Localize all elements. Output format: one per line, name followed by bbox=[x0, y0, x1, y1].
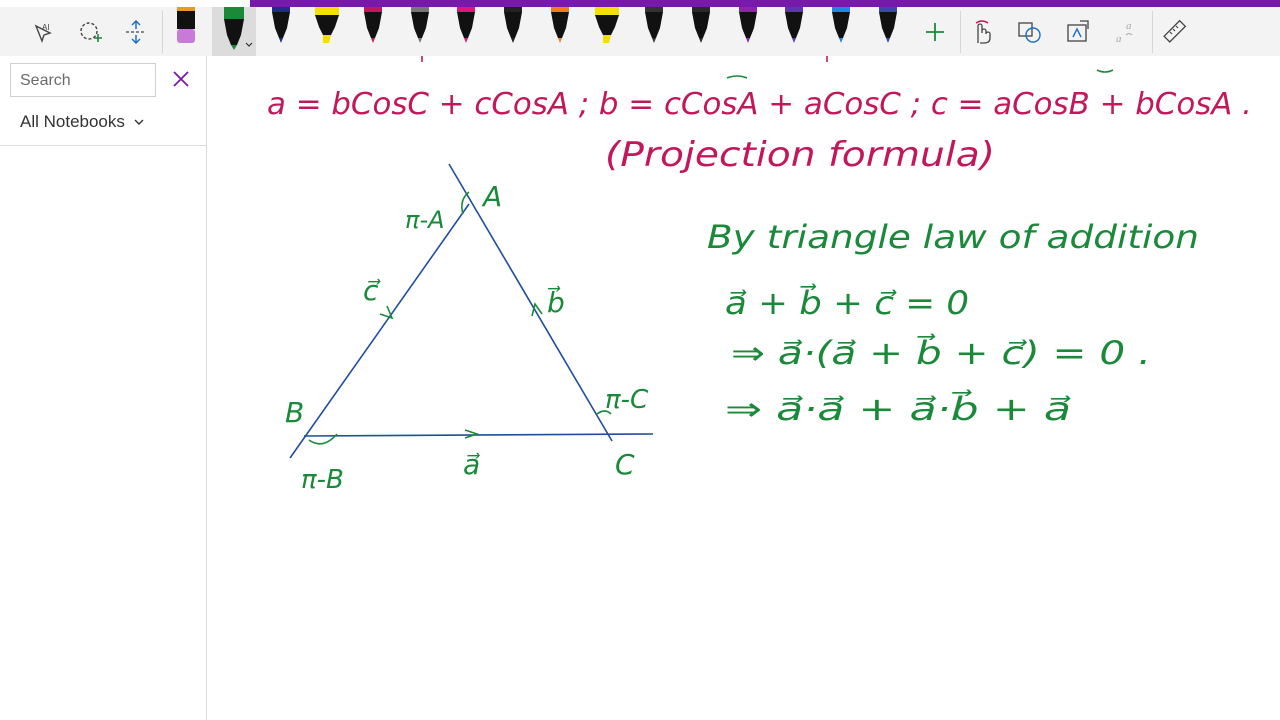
toolbar-separator bbox=[162, 11, 163, 53]
title-strip bbox=[0, 0, 1280, 7]
side-b-label: b⃗ bbox=[547, 285, 565, 319]
svg-text:a: a bbox=[1116, 33, 1122, 45]
insert-space-button[interactable] bbox=[120, 7, 152, 56]
pen-magenta[interactable] bbox=[451, 7, 481, 56]
ink-math-icon: aa bbox=[1116, 20, 1133, 45]
add-pen-button[interactable] bbox=[920, 7, 950, 56]
angle-b-label: π-B bbox=[301, 465, 344, 495]
close-search-button[interactable] bbox=[170, 68, 192, 90]
pen-black[interactable] bbox=[498, 7, 528, 56]
shape-select-button[interactable] bbox=[74, 7, 106, 56]
green-pen-selected[interactable] bbox=[212, 7, 256, 56]
ink-to-text-icon bbox=[1067, 19, 1089, 42]
ink-to-text-button[interactable] bbox=[1062, 7, 1094, 56]
pen-indigo[interactable] bbox=[873, 7, 903, 56]
angle-a-label: π-A bbox=[405, 206, 445, 234]
ink-math-button: aa bbox=[1110, 7, 1142, 56]
touch-draw-button[interactable] bbox=[966, 7, 998, 56]
sidebar-divider bbox=[0, 145, 206, 146]
note-canvas[interactable]: a = bCosC + cCosA ; b = cCosA + aCosC ; … bbox=[207, 56, 1280, 720]
toolbar-separator bbox=[1152, 11, 1153, 53]
projection-formula-text: a = bCosC + cCosA ; b = cCosA + aCosC ; … bbox=[267, 87, 1252, 122]
search-input[interactable]: Search bbox=[10, 63, 156, 97]
note-line-2: a⃗ + b⃗ + c⃗ = 0 bbox=[725, 283, 969, 322]
note-line-1: By triangle law of addition bbox=[707, 218, 1199, 256]
lasso-select-icon: AI bbox=[34, 23, 52, 43]
title-strip-left bbox=[0, 0, 250, 7]
eraser-pen[interactable] bbox=[171, 7, 201, 56]
chevron-down-icon bbox=[134, 119, 144, 125]
shape-select-icon bbox=[80, 21, 102, 42]
vertex-b-label: B bbox=[285, 396, 304, 429]
plus-icon bbox=[926, 22, 944, 41]
pen-navy[interactable] bbox=[266, 7, 296, 56]
pen-blue[interactable] bbox=[826, 7, 856, 56]
side-c-label: c⃗ bbox=[363, 274, 381, 307]
highlighter-yellow[interactable] bbox=[312, 7, 342, 56]
note-line-4: ⇒ a⃗·a⃗ + a⃗·b⃗ + a⃗ bbox=[725, 389, 1072, 428]
pen-dark[interactable] bbox=[686, 7, 716, 56]
pen-violet[interactable] bbox=[779, 7, 809, 56]
notebooks-dropdown[interactable]: All Notebooks bbox=[20, 112, 145, 132]
projection-formula-label: (Projection formula) bbox=[605, 135, 995, 175]
highlighter-yellow-2[interactable] bbox=[592, 7, 622, 56]
touch-draw-icon bbox=[975, 19, 991, 44]
pen-purple[interactable] bbox=[733, 7, 763, 56]
notebooks-dropdown-label: All Notebooks bbox=[20, 112, 125, 131]
ink-to-shape-button[interactable] bbox=[1014, 7, 1046, 56]
vertex-a-label: A bbox=[481, 180, 502, 213]
note-line-3: ⇒ a⃗·(a⃗ + b⃗ + c⃗) = 0 . bbox=[731, 333, 1151, 372]
angle-c-label: π-C bbox=[605, 385, 649, 415]
triangle-diagram bbox=[289, 163, 654, 459]
pen-pink[interactable] bbox=[358, 7, 388, 56]
lasso-select-button[interactable]: AI bbox=[26, 7, 58, 56]
ruler-button[interactable] bbox=[1158, 7, 1190, 56]
pencil-grey[interactable] bbox=[405, 7, 435, 56]
toolbar-separator bbox=[960, 11, 961, 53]
ruler-icon bbox=[1163, 19, 1187, 43]
draw-toolbar: AI aa bbox=[0, 7, 1280, 57]
insert-space-icon bbox=[126, 19, 146, 44]
canvas-scrollbar[interactable] bbox=[1271, 60, 1276, 700]
svg-text:a: a bbox=[1126, 20, 1132, 32]
close-icon bbox=[173, 71, 189, 87]
ink-to-shape-icon bbox=[1018, 21, 1041, 43]
notebook-sidebar: Search All Notebooks bbox=[0, 56, 207, 720]
pen-charcoal[interactable] bbox=[639, 7, 669, 56]
side-a-label: a⃗ bbox=[463, 448, 481, 481]
vertex-c-label: C bbox=[615, 448, 635, 481]
pen-orange[interactable] bbox=[545, 7, 575, 56]
svg-text:AI: AI bbox=[42, 23, 50, 32]
